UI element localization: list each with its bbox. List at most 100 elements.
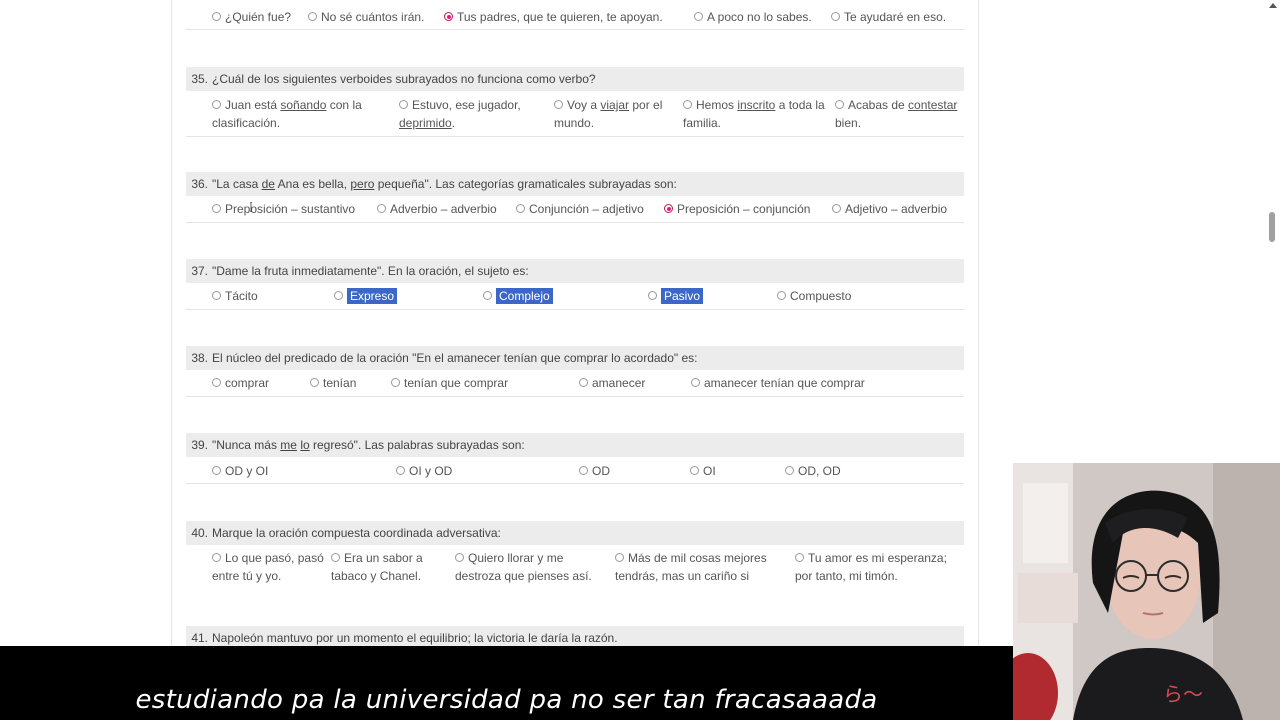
question-header: 37. "Dame la fruta inmediatamente". En l… (186, 259, 964, 283)
option-acabas[interactable]: Acabas de contestar bien. (835, 96, 963, 132)
option-comprar[interactable]: comprar (212, 374, 269, 392)
options-row: comprar tenían tenían que comprar amanec… (186, 370, 964, 397)
radio-button[interactable] (212, 466, 221, 475)
question-number: 37. (191, 264, 208, 278)
radio-button[interactable] (212, 291, 221, 300)
question-number: 39. (191, 438, 208, 452)
question-text: "Nunca más me lo regresó". Las palabras … (212, 438, 525, 452)
radio-button[interactable] (483, 291, 492, 300)
option-tu-amor[interactable]: Tu amor es mi esperanza; por tanto, mi ti… (795, 549, 963, 585)
option-oi[interactable]: OI (690, 462, 716, 480)
option-compuesto[interactable]: Compuesto (777, 287, 851, 305)
radio-button[interactable] (310, 378, 319, 387)
radio-button[interactable] (835, 100, 844, 109)
option-preposicion-conjuncion[interactable]: Preposición – conjunción (664, 200, 810, 218)
radio-button[interactable] (691, 378, 700, 387)
option-te-ayudare[interactable]: Te ayudaré en eso. (831, 8, 946, 26)
option-tenian[interactable]: tenían (310, 374, 356, 392)
radio-button[interactable] (212, 12, 221, 21)
radio-button[interactable] (795, 553, 804, 562)
radio-button[interactable] (212, 553, 221, 562)
radio-button[interactable] (516, 204, 525, 213)
radio-button[interactable] (832, 204, 841, 213)
option-od-od[interactable]: OD, OD (785, 462, 841, 480)
mouse-cursor-icon (250, 202, 252, 212)
radio-button[interactable] (391, 378, 400, 387)
option-tus-padres[interactable]: Tus padres, que te quieren, te apoyan. (444, 8, 663, 26)
question-number: 41. (191, 631, 208, 645)
options-row: OD y OI OI y OD OD OI OD, OD (186, 457, 964, 484)
option-conjuncion-adjetivo[interactable]: Conjunción – adjetivo (516, 200, 644, 218)
radio-button[interactable] (334, 291, 343, 300)
scroll-up-arrow-icon[interactable] (1269, 3, 1277, 8)
option-od-y-oi[interactable]: OD y OI (212, 462, 268, 480)
option-adjetivo-adverbio[interactable]: Adjetivo – adverbio (832, 200, 947, 218)
radio-button[interactable] (648, 291, 657, 300)
option-a-poco[interactable]: A poco no lo sabes. (694, 8, 812, 26)
option-estuvo[interactable]: Estuvo, ese jugador, deprimido. (399, 96, 549, 132)
question-number: 40. (191, 526, 208, 540)
option-juan-esta[interactable]: Juan está soñando con la clasificación. (212, 96, 392, 132)
option-hemos[interactable]: Hemos inscrito a toda la familia. (683, 96, 833, 132)
scrollbar-thumb[interactable] (1269, 212, 1275, 242)
option-expreso[interactable]: Expreso (334, 287, 398, 305)
selected-text: Complejo (496, 288, 553, 304)
question-number: 35. (191, 72, 208, 86)
question-text: "Dame la fruta inmediatamente". En la or… (212, 264, 529, 278)
question-text: El núcleo del predicado de la oración "E… (212, 351, 698, 365)
question-header: 40. Marque la oración compuesta coordina… (186, 521, 964, 545)
radio-button[interactable] (331, 553, 340, 562)
radio-button[interactable] (308, 12, 317, 21)
selected-text: Expreso (347, 288, 398, 304)
option-tacito[interactable]: Tácito (212, 287, 258, 305)
question-number: 36. (191, 177, 208, 191)
option-complejo[interactable]: Complejo (483, 287, 553, 305)
radio-button[interactable] (579, 466, 588, 475)
options-row: Tácito Expreso Complejo Pasivo Compuesto (186, 283, 964, 310)
option-pasivo[interactable]: Pasivo (648, 287, 704, 305)
radio-button[interactable] (554, 100, 563, 109)
radio-button[interactable] (377, 204, 386, 213)
radio-button[interactable] (399, 100, 408, 109)
radio-button[interactable] (694, 12, 703, 21)
option-voy-a[interactable]: Voy a viajar por el mundo. (554, 96, 684, 132)
radio-button[interactable] (683, 100, 692, 109)
radio-button[interactable] (212, 378, 221, 387)
radio-button[interactable] (785, 466, 794, 475)
option-mas-de-mil[interactable]: Más de mil cosas mejores tendrás, mas un … (615, 549, 793, 585)
options-row: Preposición – sustantivo Adverbio – adve… (186, 196, 964, 223)
option-oi-y-od[interactable]: OI y OD (396, 462, 452, 480)
webcam-overlay: ら〜 (1013, 463, 1280, 720)
option-tenian-que-comprar[interactable]: tenían que comprar (391, 374, 508, 392)
options-row: Juan está soñando con la clasificación. E… (186, 91, 964, 137)
question-text: Napoleón mantuvo por un momento el equil… (212, 631, 618, 645)
radio-button[interactable] (455, 553, 464, 562)
option-amanecer[interactable]: amanecer (579, 374, 645, 392)
radio-button[interactable] (831, 12, 840, 21)
option-era-un-sabor[interactable]: Era un sabor a tabaco y Chanel. (331, 549, 453, 585)
radio-button[interactable] (690, 466, 699, 475)
options-row: ¿Quién fue? No sé cuántos irán. Tus padr… (186, 0, 964, 30)
radio-button[interactable] (777, 291, 786, 300)
question-header: 39. "Nunca más me lo regresó". Las palab… (186, 433, 964, 457)
option-adverbio-adverbio[interactable]: Adverbio – adverbio (377, 200, 497, 218)
question-text: Marque la oración compuesta coordinada a… (212, 526, 501, 540)
radio-button-checked[interactable] (664, 204, 673, 213)
svg-text:ら〜: ら〜 (1163, 682, 1203, 706)
option-quien-fue[interactable]: ¿Quién fue? (212, 8, 291, 26)
radio-button-checked[interactable] (444, 12, 453, 21)
radio-button[interactable] (579, 378, 588, 387)
option-quiero-llorar[interactable]: Quiero llorar y me destroza que pienses a… (455, 549, 615, 585)
option-amanecer-tenian[interactable]: amanecer tenían que comprar (691, 374, 865, 392)
radio-button[interactable] (615, 553, 624, 562)
options-row: Lo que pasó, pasó entre tú y yo. Era un s… (186, 545, 964, 589)
subtitle-text: estudiando pa la universidad pa no ser t… (135, 685, 878, 715)
streamer-webcam-image: ら〜 (1013, 463, 1280, 720)
radio-button[interactable] (212, 204, 221, 213)
option-preposicion-sustantivo[interactable]: Preposición – sustantivo (212, 200, 355, 218)
radio-button[interactable] (396, 466, 405, 475)
option-od[interactable]: OD (579, 462, 610, 480)
radio-button[interactable] (212, 100, 221, 109)
option-lo-que-paso[interactable]: Lo que pasó, pasó entre tú y yo. (212, 549, 330, 585)
option-no-se[interactable]: No sé cuántos irán. (308, 8, 424, 26)
